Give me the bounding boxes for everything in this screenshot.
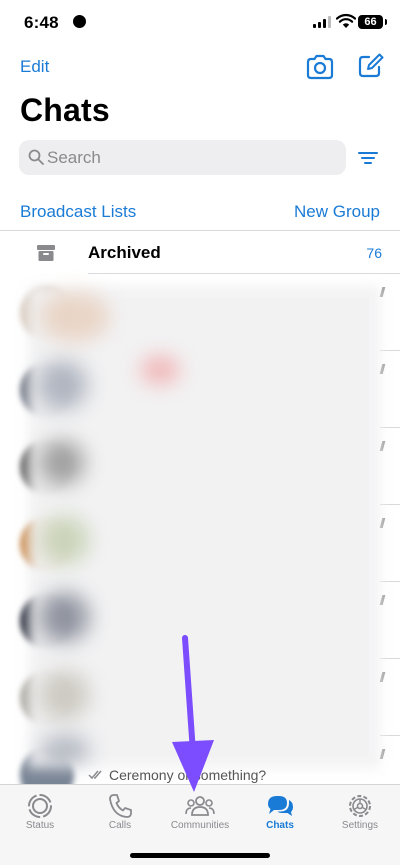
tab-settings[interactable]: Settings xyxy=(320,785,400,841)
tab-calls[interactable]: Calls xyxy=(80,785,160,841)
blur-blob xyxy=(38,360,88,410)
blur-blob xyxy=(140,355,180,385)
archive-icon xyxy=(37,245,55,261)
filter-icon[interactable] xyxy=(357,149,379,167)
tab-label: Chats xyxy=(266,820,294,831)
search-bar[interactable] xyxy=(19,140,346,175)
compose-icon[interactable] xyxy=(356,52,384,80)
new-group-link[interactable]: New Group xyxy=(294,202,380,222)
archived-count: 76 xyxy=(366,245,382,261)
camera-icon[interactable] xyxy=(305,53,335,81)
communities-icon xyxy=(185,796,215,816)
status-tick xyxy=(379,287,386,297)
blur-blob xyxy=(40,592,90,642)
list-actions-row: Broadcast Lists New Group xyxy=(0,195,400,231)
status-tick xyxy=(379,441,386,451)
battery-indicator: 66 xyxy=(358,15,387,29)
gear-icon xyxy=(349,795,371,817)
archived-label: Archived xyxy=(88,243,161,262)
status-time: 6:48 xyxy=(24,13,59,32)
page-title: Chats xyxy=(20,92,110,128)
location-icon xyxy=(73,15,86,28)
status-tick xyxy=(379,749,386,759)
status-tick xyxy=(379,672,386,682)
status-tick xyxy=(379,364,386,374)
status-tick xyxy=(379,595,386,605)
phone-icon xyxy=(109,794,132,818)
status-tick xyxy=(379,518,386,528)
archived-row[interactable]: Archived 76 xyxy=(0,232,400,274)
tab-label: Communities xyxy=(170,820,230,831)
search-input[interactable] xyxy=(47,140,337,175)
broadcast-lists-link[interactable]: Broadcast Lists xyxy=(20,202,136,222)
blur-blob xyxy=(40,292,110,342)
annotation-arrow xyxy=(172,635,214,792)
wifi-icon xyxy=(336,13,356,28)
blur-blob xyxy=(40,515,90,565)
home-indicator xyxy=(130,853,270,858)
signal-icon xyxy=(313,16,331,28)
edit-button[interactable]: Edit xyxy=(20,57,49,77)
search-icon xyxy=(28,149,44,165)
tab-status[interactable]: Status xyxy=(0,785,80,841)
blur-blob xyxy=(40,440,85,485)
status-bar: 6:48 66 xyxy=(0,0,400,46)
tab-chats[interactable]: Chats xyxy=(240,785,320,841)
blur-blob xyxy=(40,735,90,765)
chats-icon xyxy=(268,796,293,816)
tab-label: Status xyxy=(25,820,55,831)
blur-blob xyxy=(40,670,90,720)
status-icon xyxy=(28,794,52,818)
tab-label: Settings xyxy=(341,820,379,831)
read-ticks-icon xyxy=(88,770,102,780)
tab-label: Calls xyxy=(108,820,132,831)
